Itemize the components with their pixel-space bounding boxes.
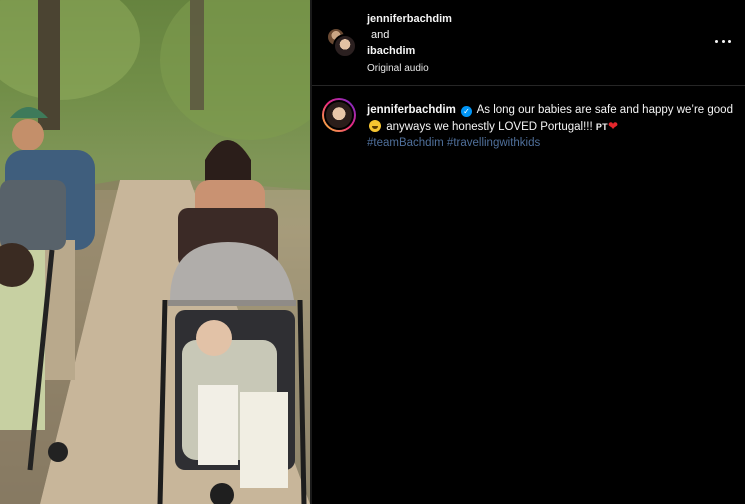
collab-avatars[interactable] [326, 27, 358, 59]
header-authors: jenniferbachdim and ibachdim Original au… [367, 11, 452, 77]
post-info-panel: jenniferbachdim and ibachdim Original au… [312, 0, 745, 504]
grinning-sweat-emoji-icon [369, 120, 381, 132]
author-link-2[interactable]: ibachdim [367, 43, 452, 59]
more-dot [715, 39, 718, 43]
more-dot [721, 39, 725, 43]
caption-avatar-image [324, 100, 354, 130]
more-dot [728, 39, 731, 43]
author-link-1[interactable]: jenniferbachdim [367, 11, 452, 27]
caption-text-2: anyways we honestly LOVED Portugal!!! [386, 121, 593, 133]
original-audio-link[interactable]: Original audio [367, 61, 452, 77]
flag-portugal-text: PT [595, 122, 608, 132]
hashtag-link[interactable]: #travellingwithkids [447, 137, 540, 149]
caption-text-1: As long our babies are safe and happy we… [476, 104, 733, 116]
caption-body: jenniferbachdim ✓ As long our babies are… [367, 102, 737, 151]
avatar-jenniferbachdim[interactable] [333, 34, 357, 58]
video-frame-image [0, 0, 310, 504]
caption-username[interactable]: jenniferbachdim [367, 104, 456, 116]
hashtag-link[interactable]: #teamBachdim [367, 137, 444, 149]
more-options-icon[interactable] [715, 33, 731, 49]
author-conjunction: and [371, 29, 390, 41]
post-video[interactable] [0, 0, 310, 504]
verified-badge-icon: ✓ [461, 106, 473, 117]
caption-avatar[interactable] [322, 98, 356, 132]
heart-emoji-icon: ❤ [607, 119, 619, 133]
post-header: jenniferbachdim and ibachdim Original au… [312, 0, 745, 86]
